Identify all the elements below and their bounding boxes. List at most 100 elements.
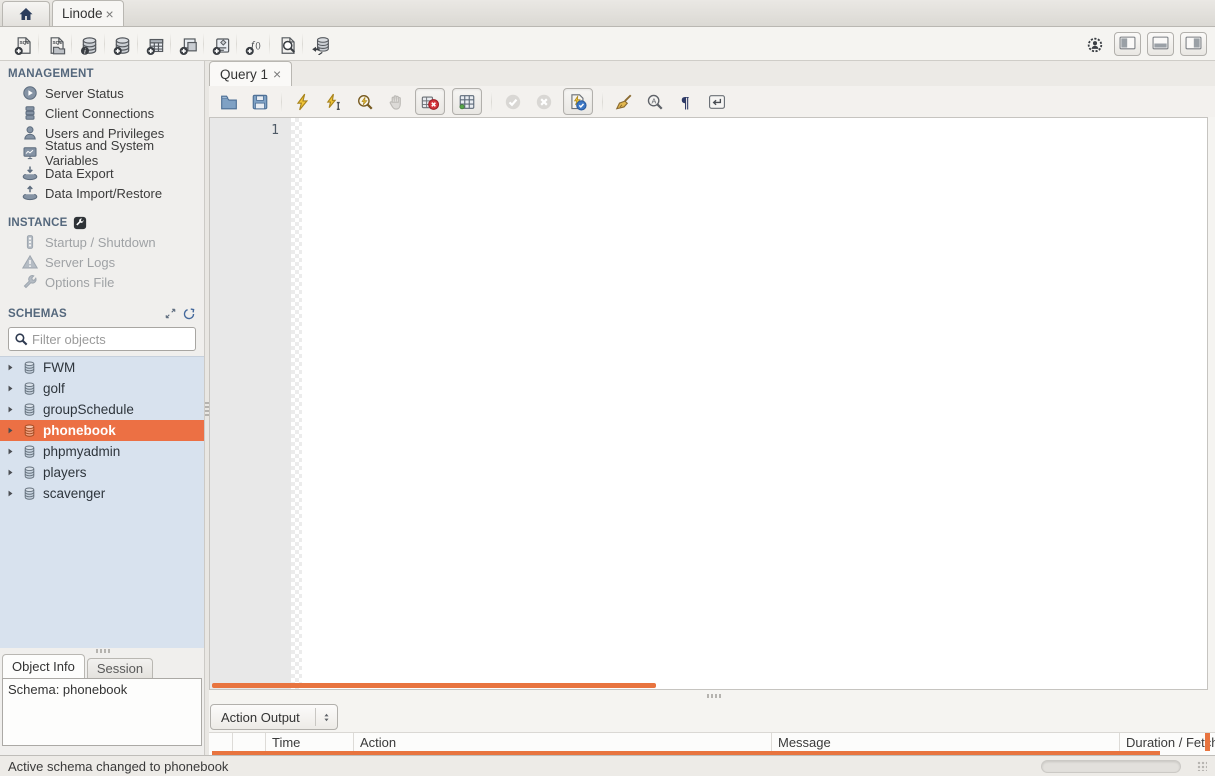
wrap-text-button[interactable] [705, 90, 729, 114]
schema-filter[interactable] [8, 327, 196, 351]
create-view-button[interactable] [173, 30, 201, 58]
schema-filter-input[interactable] [32, 332, 190, 347]
schema-icon [21, 381, 37, 397]
create-table-button[interactable] [140, 30, 168, 58]
tab-query-1[interactable]: Query 1 × [209, 61, 292, 86]
line-number-gutter: 1 [210, 118, 291, 689]
beautify-button[interactable] [612, 90, 636, 114]
toolbar-separator [491, 91, 492, 113]
schema-list: FWM golf groupSchedule phonebook phpmyad [0, 356, 204, 648]
home-icon [18, 6, 34, 22]
output-col-message[interactable]: Message [772, 733, 1120, 752]
output-col-duration[interactable]: Duration / Fetch [1120, 733, 1215, 752]
open-sql-script-button[interactable]: SQL [41, 30, 69, 58]
sidebar-item-data-import[interactable]: Data Import/Restore [0, 183, 204, 203]
code-fold-margin [291, 118, 302, 689]
expander-icon[interactable] [6, 363, 15, 372]
schema-row-groupschedule[interactable]: groupSchedule [0, 399, 204, 420]
query-tab-strip: Query 1 × [209, 61, 1215, 86]
execute-button[interactable] [291, 90, 315, 114]
schema-label: phonebook [43, 423, 116, 438]
schema-icon [21, 465, 37, 481]
expander-icon[interactable] [6, 405, 15, 414]
output-horizontal-scrollbar[interactable] [212, 751, 1160, 755]
sql-editor[interactable]: 1 [209, 117, 1208, 690]
output-col-action[interactable]: Action [354, 733, 772, 752]
schema-row-phonebook[interactable]: phonebook [0, 420, 204, 441]
stop-button[interactable] [384, 90, 408, 114]
output-selector-bar: Action Output [209, 702, 1215, 732]
expander-icon[interactable] [6, 468, 15, 477]
schema-inspector-button[interactable]: i [74, 30, 102, 58]
find-button[interactable]: A [643, 90, 667, 114]
execute-current-button[interactable] [322, 90, 346, 114]
schema-row-fwm[interactable]: FWM [0, 357, 204, 378]
sidebar-item-options-file[interactable]: Options File [0, 272, 204, 292]
expander-icon[interactable] [6, 489, 15, 498]
toggle-autocommit-button[interactable] [563, 88, 593, 115]
schema-row-players[interactable]: players [0, 462, 204, 483]
tab-session[interactable]: Session [87, 658, 153, 678]
info-tab-strip: Object Info Session [0, 654, 204, 678]
output-col-time[interactable]: Time [266, 733, 354, 752]
resize-grip[interactable] [1197, 761, 1207, 771]
sidebar-item-client-connections[interactable]: Client Connections [0, 103, 204, 123]
toggle-left-panel-button[interactable] [1114, 32, 1141, 56]
create-schema-button[interactable] [107, 30, 135, 58]
sql-text-area[interactable] [302, 118, 1207, 689]
invisible-chars-button[interactable]: ¶ [674, 90, 698, 114]
schema-row-scavenger[interactable]: scavenger [0, 483, 204, 504]
sidebar-splitter[interactable] [0, 648, 204, 654]
output-col-blank[interactable] [233, 733, 266, 752]
explain-button[interactable] [353, 90, 377, 114]
commit-button[interactable] [501, 90, 525, 114]
expander-icon[interactable] [6, 426, 15, 435]
sidebar-item-startup-shutdown[interactable]: Startup / Shutdown [0, 232, 204, 252]
sidebar-item-status-variables[interactable]: Status and System Variables [0, 143, 204, 163]
schema-row-golf[interactable]: golf [0, 378, 204, 399]
home-tab[interactable] [2, 1, 50, 26]
create-table-icon [146, 36, 162, 52]
toggle-right-panel-button[interactable] [1180, 32, 1207, 56]
user-preferences-button[interactable] [1080, 30, 1108, 58]
tab-object-info[interactable]: Object Info [2, 654, 85, 678]
toggle-bottom-panel-button[interactable] [1147, 32, 1174, 56]
reconnect-dbms-button[interactable] [305, 30, 333, 58]
output-vertical-scrollbar[interactable] [1205, 733, 1210, 751]
panel-bottom-icon [1152, 35, 1169, 52]
editor-horizontal-scrollbar[interactable] [212, 683, 656, 688]
save-button[interactable] [248, 90, 272, 114]
limit-rows-button[interactable] [452, 88, 482, 115]
sidebar-item-label: Data Export [45, 166, 114, 181]
close-icon[interactable]: × [106, 6, 114, 22]
expander-icon[interactable] [6, 384, 15, 393]
schema-label: groupSchedule [43, 402, 134, 417]
explain-icon [356, 93, 374, 111]
schema-label: FWM [43, 360, 75, 375]
main-toolbar: SQL SQL i f() [0, 27, 1215, 61]
toggle-stop-on-error-button[interactable] [415, 88, 445, 115]
stop-icon [387, 93, 405, 111]
schema-row-phpmyadmin[interactable]: phpmyadmin [0, 441, 204, 462]
expand-icon[interactable] [163, 307, 177, 321]
refresh-icon[interactable] [182, 307, 196, 321]
create-function-button[interactable]: f() [239, 30, 267, 58]
search-table-data-button[interactable] [272, 30, 300, 58]
sidebar-item-server-status[interactable]: Server Status [0, 83, 204, 103]
sidebar-item-server-logs[interactable]: Server Logs [0, 252, 204, 272]
output-splitter[interactable] [209, 690, 1215, 702]
create-procedure-button[interactable] [206, 30, 234, 58]
sidebar-item-data-export[interactable]: Data Export [0, 163, 204, 183]
expander-icon[interactable] [6, 447, 15, 456]
create-view-icon [179, 36, 195, 52]
rollback-button[interactable] [532, 90, 556, 114]
output-col-blank[interactable] [209, 733, 233, 752]
toolbar-separator [38, 33, 39, 55]
panel-left-icon [1119, 35, 1136, 52]
create-procedure-icon [212, 36, 228, 52]
connection-tab-linode[interactable]: Linode × [52, 0, 124, 26]
new-sql-tab-button[interactable]: SQL [8, 30, 36, 58]
output-type-select[interactable]: Action Output [210, 704, 338, 730]
open-file-button[interactable] [217, 90, 241, 114]
close-icon[interactable]: × [273, 66, 281, 82]
